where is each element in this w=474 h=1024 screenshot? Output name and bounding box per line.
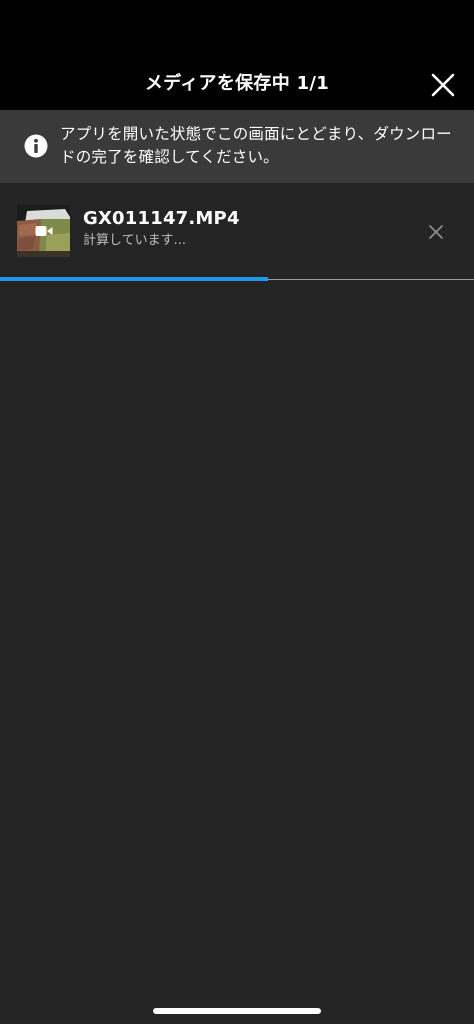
cancel-download-button[interactable] xyxy=(425,221,447,243)
close-button[interactable] xyxy=(426,68,460,102)
home-indicator[interactable] xyxy=(153,1008,321,1014)
download-status: 計算しています... xyxy=(83,233,187,248)
close-icon xyxy=(429,225,443,239)
download-item: GX011147.MP4 計算しています... xyxy=(0,183,474,281)
top-navigation-bar: メディアを保存中 1/1 xyxy=(0,0,474,110)
file-name: GX011147.MP4 xyxy=(83,208,240,229)
page-title: メディアを保存中 1/1 xyxy=(144,73,330,94)
info-banner: アプリを開いた状態でこの画面にとどまり、ダウンロードの完了を確認してください。 xyxy=(0,110,474,183)
close-icon xyxy=(431,73,455,97)
progress-fill xyxy=(0,277,268,281)
info-icon xyxy=(24,134,48,158)
download-progress-bar xyxy=(0,277,474,281)
save-media-screen: メディアを保存中 1/1 アプリを開いた状態でこの画面にとどまり、ダウンロードの… xyxy=(0,0,474,1024)
video-thumbnail xyxy=(17,205,70,257)
info-banner-message: アプリを開いた状態でこの画面にとどまり、ダウンロードの完了を確認してください。 xyxy=(60,125,452,166)
video-camera-icon xyxy=(35,226,53,236)
